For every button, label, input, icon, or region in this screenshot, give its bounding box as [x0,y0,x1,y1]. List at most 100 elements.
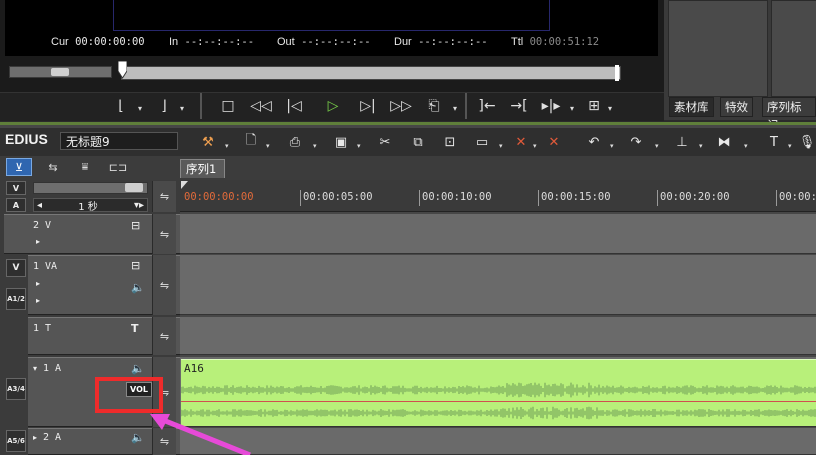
prev-edit-icon[interactable]: ]← [476,96,498,116]
timecode-ttl-label: Ttl [511,36,524,48]
jog-slider-knob[interactable] [51,68,69,76]
timecode-cur: Cur 00:00:00:00 [51,36,145,48]
a56-patch-icon[interactable]: A5/6 [6,430,26,452]
chevron-down-icon[interactable]: ▾ [699,142,703,150]
chevron-down-icon[interactable]: ▾ [655,142,659,150]
sync-icon[interactable]: ⇋ [152,317,176,355]
chevron-down-icon[interactable]: ▾ [357,142,361,150]
chevron-down-icon[interactable]: ▾ [499,142,503,150]
chevron-down-icon[interactable]: ▾ [788,142,792,150]
replace-icon[interactable]: ▭ [472,133,492,151]
microphone-icon[interactable]: 🎙 [797,133,816,151]
tab-effects[interactable]: 特效 [720,97,753,117]
loop-icon[interactable]: ⎗ [423,96,445,116]
step-forward-icon[interactable]: ▷| [357,96,379,116]
v-patch-icon[interactable]: V [6,259,26,277]
sync-icon[interactable]: ⇋ [152,255,176,315]
chevron-down-icon[interactable]: ▾ [313,142,317,150]
play-icon[interactable]: ▷ [322,96,344,116]
rewind-icon[interactable]: ◁◁ [250,96,272,116]
chevron-down-icon[interactable]: ▾ [453,104,457,113]
volume-line[interactable] [181,401,816,402]
timecode-in: In --:--:--:-- [169,36,254,48]
clip-label: A16 [184,362,204,375]
chevron-down-icon[interactable]: ▾ [610,142,614,150]
delete-ripple-icon[interactable]: ✕ [511,133,531,151]
next-edit-icon[interactable]: →[ [508,96,530,116]
chevron-down-icon[interactable]: ▾ [225,142,229,150]
ruler-label: 00:00:05:00 [303,191,373,203]
split-mode-icon[interactable]: ⇆ [40,158,66,176]
timeline-cursor-icon[interactable] [181,181,188,189]
expand-icon[interactable]: ▸ [36,296,40,305]
position-scrubber[interactable] [121,66,621,80]
project-name: 无标题9 [60,132,178,150]
a34-patch-icon[interactable]: A3/4 [6,378,26,400]
title-track-icon[interactable]: T [131,322,139,335]
timecode-out-value: --:--:--:-- [301,36,371,48]
tab-sequence[interactable]: 序列1 [180,159,225,178]
expand-icon[interactable]: ▸ [33,433,37,442]
add-cut-icon[interactable]: ⊥ [672,133,692,151]
chevron-down-icon[interactable]: ▾ [570,104,574,113]
copy-icon[interactable]: ⧉ [408,133,428,151]
fast-forward-icon[interactable]: ▷▷ [390,96,412,116]
v-patch-icon[interactable]: V [6,181,26,195]
title-tool-icon[interactable]: T [764,133,784,151]
a-patch-icon[interactable]: A [6,198,26,212]
timecode-ttl: Ttl 00:00:51:12 [511,36,599,48]
track-2a[interactable] [180,428,816,455]
set-out-icon[interactable]: ⌋ [153,96,175,116]
paste-icon[interactable]: ⊡ [440,133,460,151]
track-2v[interactable] [180,214,816,254]
step-back-icon[interactable]: |◁ [283,96,305,116]
set-in-icon[interactable]: ⌊ [110,96,132,116]
sync-lock-icon[interactable]: ⩸ [72,158,98,176]
tab-sequence-markers[interactable]: 序列标记 [762,97,816,132]
video-track-icon[interactable]: ⊟ [131,259,140,272]
stop-icon[interactable]: □ [217,96,239,116]
redo-icon[interactable]: ↷ [626,133,646,151]
track-name: 1 VA [33,261,58,272]
new-file-icon[interactable]: 🗋 [241,133,261,151]
expand-icon[interactable]: ▸ [36,279,40,288]
playhead-marker-icon[interactable] [118,61,127,79]
open-icon[interactable]: ⎙ [285,133,305,151]
timecode-in-label: In [169,36,179,48]
track-1t[interactable] [180,317,816,355]
chevron-down-icon[interactable]: ▾ [138,104,142,113]
ruler-label: 00:00:15:00 [541,191,611,203]
insert-icon[interactable]: ▸|▸ [540,96,562,116]
chevron-left-icon[interactable]: ◂ [37,200,42,211]
overwrite-icon[interactable]: ⊞ [583,96,605,116]
a12-patch-icon[interactable]: A1/2 [6,288,26,310]
track-1va[interactable] [180,255,816,315]
collapse-icon[interactable]: ▾ [33,364,37,373]
expand-icon[interactable]: ▸ [36,237,40,246]
chevron-down-icon[interactable]: ▾ [533,142,537,150]
chevron-down-icon[interactable]: ▾▸ [134,200,144,211]
sync-icon[interactable]: ⇋ [152,181,176,212]
ripple-mode-icon[interactable]: ⧓ [714,133,734,151]
ruler-tick [538,190,539,206]
undo-icon[interactable]: ↶ [584,133,604,151]
timescale-select[interactable]: ◂ 1 秒 ▾▸ [33,198,148,213]
chevron-down-icon[interactable]: ▾ [744,142,748,150]
snap-icon[interactable]: ⊏⊐ [105,158,131,176]
sync-icon[interactable]: ⇋ [152,214,176,254]
chevron-down-icon[interactable]: ▾ [608,104,612,113]
chevron-down-icon[interactable]: ▾ [180,104,184,113]
speaker-icon[interactable]: 🔈 [131,281,145,294]
speaker-icon[interactable]: 🔈 [131,362,145,375]
delete-icon[interactable]: ✕ [544,133,564,151]
chevron-down-icon[interactable]: ▾ [266,142,270,150]
timecode-cur-value: 00:00:00:00 [75,36,145,48]
wand-icon[interactable]: ⚒ [198,133,218,151]
save-icon[interactable]: ▣ [331,133,351,151]
app-logo: EDIUS [5,131,48,147]
tab-bin[interactable]: 素材库 [669,97,714,117]
zoom-slider-knob[interactable] [125,183,143,192]
video-track-icon[interactable]: ⊟ [131,219,140,232]
single-mode-icon[interactable]: ⊻ [6,158,32,176]
cut-icon[interactable]: ✂ [375,133,395,151]
